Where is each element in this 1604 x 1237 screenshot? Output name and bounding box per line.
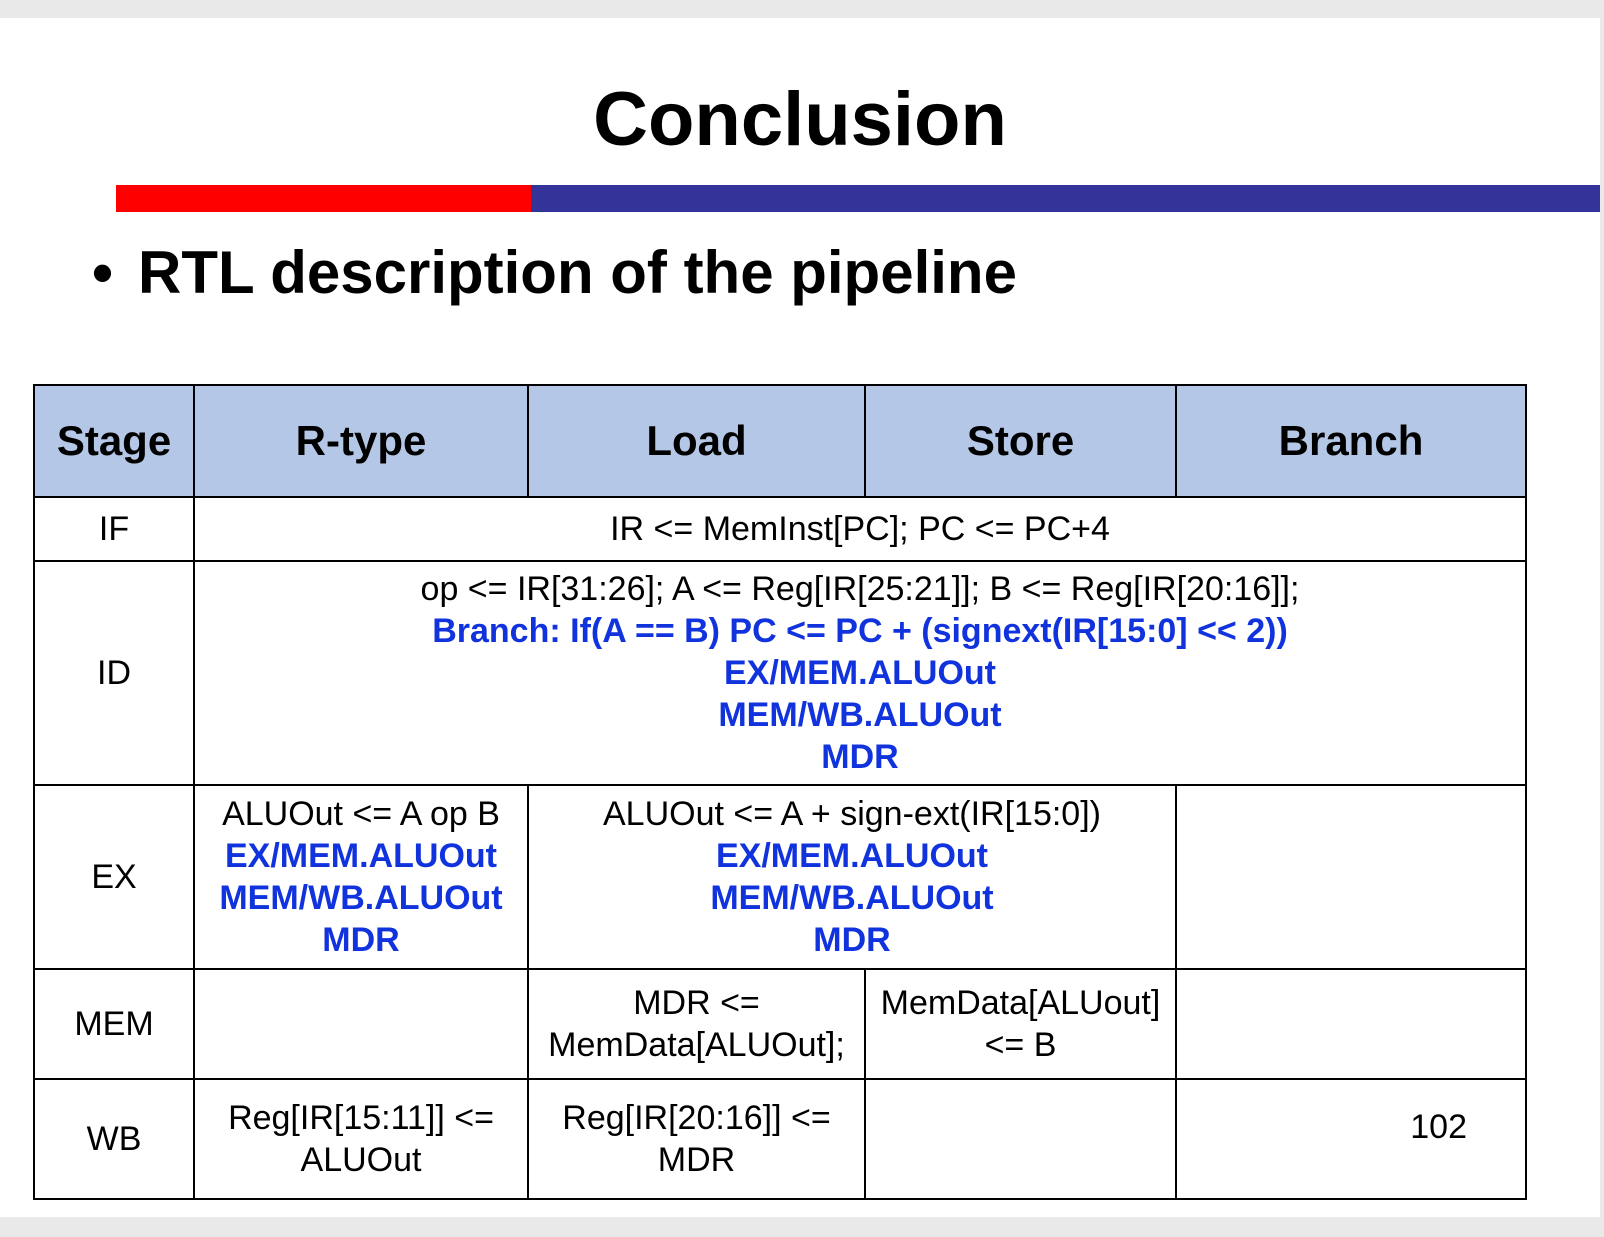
table-row-wb: WB Reg[IR[15:11]] <= ALUOut Reg[IR[20:16… (33, 1078, 1527, 1200)
ex-rtype-line-1: ALUOut <= A op B (222, 795, 500, 833)
bullet-item: • RTL description of the pipeline (92, 238, 1017, 307)
wb-rtype-line-1: Reg[IR[15:11]] <= (228, 1099, 494, 1137)
id-cell: op <= IR[31:26]; A <= Reg[IR[25:21]]; B … (193, 560, 1527, 786)
title-underline-red (116, 185, 531, 212)
table-row-if: IF IR <= MemInst[PC]; PC <= PC+4 (33, 496, 1527, 562)
mem-store-line-1: MemData[ALUout] (880, 984, 1161, 1022)
ex-loadstore-cell: ALUOut <= A + sign-ext(IR[15:0]) EX/MEM.… (527, 784, 1177, 970)
table-header-row: Stage R-type Load Store Branch (33, 384, 1527, 498)
slide: Conclusion • RTL description of the pipel… (0, 18, 1600, 1217)
mem-load-cell: MDR <= MemData[ALUOut]; (527, 968, 866, 1080)
mem-branch-cell (1175, 968, 1527, 1080)
mem-store-cell: MemData[ALUout] <= B (864, 968, 1177, 1080)
ex-loadstore-line-2: EX/MEM.ALUOut (716, 837, 988, 875)
wb-store-cell (864, 1078, 1177, 1200)
stage-id: ID (33, 560, 195, 786)
ex-loadstore-line-3: MEM/WB.ALUOut (710, 879, 994, 917)
header-branch: Branch (1175, 384, 1527, 498)
rtl-table: Stage R-type Load Store Branch IF IR <= … (33, 384, 1527, 1200)
id-line-2: Branch: If(A == B) PC <= PC + (signext(I… (432, 612, 1288, 650)
header-store: Store (864, 384, 1177, 498)
bullet-dot: • (92, 239, 114, 306)
wb-load-line-1: Reg[IR[20:16]] <= (562, 1099, 831, 1137)
table-row-id: ID op <= IR[31:26]; A <= Reg[IR[25:21]];… (33, 560, 1527, 786)
if-cell: IR <= MemInst[PC]; PC <= PC+4 (193, 496, 1527, 562)
mem-load-line-1: MDR <= (633, 984, 760, 1022)
ex-rtype-line-3: MEM/WB.ALUOut (219, 879, 503, 917)
bullet-text: RTL description of the pipeline (138, 239, 1017, 306)
table-row-ex: EX ALUOut <= A op B EX/MEM.ALUOut MEM/WB… (33, 784, 1527, 970)
wb-load-line-2: MDR (657, 1141, 736, 1179)
ex-branch-cell (1175, 784, 1527, 970)
title-underline-blue (531, 185, 1600, 212)
id-line-4: MEM/WB.ALUOut (718, 696, 1002, 734)
stage-ex: EX (33, 784, 195, 970)
wb-load-cell: Reg[IR[20:16]] <= MDR (527, 1078, 866, 1200)
id-line-1: op <= IR[31:26]; A <= Reg[IR[25:21]]; B … (420, 570, 1300, 608)
stage-wb: WB (33, 1078, 195, 1200)
wb-rtype-cell: Reg[IR[15:11]] <= ALUOut (193, 1078, 529, 1200)
header-rtype: R-type (193, 384, 529, 498)
ex-rtype-line-4: MDR (322, 921, 400, 959)
mem-rtype-cell (193, 968, 529, 1080)
ex-loadstore-line-4: MDR (813, 921, 891, 959)
header-stage: Stage (33, 384, 195, 498)
header-load: Load (527, 384, 866, 498)
page-number: 102 (1175, 1078, 1527, 1200)
ex-loadstore-line-1: ALUOut <= A + sign-ext(IR[15:0]) (603, 795, 1101, 833)
wb-rtype-line-2: ALUOut (300, 1141, 422, 1179)
stage-if: IF (33, 496, 195, 562)
id-line-5: MDR (821, 738, 899, 776)
stage-mem: MEM (33, 968, 195, 1080)
table-row-mem: MEM MDR <= MemData[ALUOut]; MemData[ALUo… (33, 968, 1527, 1080)
slide-title: Conclusion (593, 77, 1007, 162)
ex-rtype-cell: ALUOut <= A op B EX/MEM.ALUOut MEM/WB.AL… (193, 784, 529, 970)
mem-store-line-2: <= B (984, 1026, 1057, 1064)
mem-load-line-2: MemData[ALUOut]; (548, 1026, 845, 1064)
ex-rtype-line-2: EX/MEM.ALUOut (225, 837, 497, 875)
id-line-3: EX/MEM.ALUOut (724, 654, 996, 692)
